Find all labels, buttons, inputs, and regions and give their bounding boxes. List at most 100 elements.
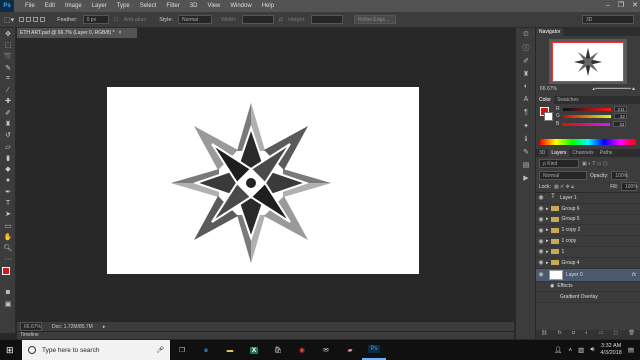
taskbar-search-box[interactable]: Type here to search 🎤︎: [22, 340, 170, 360]
layer-kind-filter[interactable]: ρ Kind: [539, 159, 579, 168]
add-selection-icon[interactable]: [26, 17, 32, 22]
layer-comps-icon[interactable]: ▤: [516, 158, 536, 171]
blend-mode-select[interactable]: Normal: [539, 171, 587, 180]
red-value[interactable]: 211: [613, 106, 627, 112]
minimize-button[interactable]: –: [606, 0, 610, 12]
visibility-eye-icon[interactable]: ◉: [536, 248, 546, 255]
photoshop-taskbar-icon[interactable]: Ps: [362, 340, 386, 360]
screen-mode-icon[interactable]: ▣: [0, 299, 16, 310]
history-brush-tool-icon[interactable]: ↺: [0, 130, 16, 141]
green-value[interactable]: 22: [613, 113, 627, 119]
visibility-eye-icon[interactable]: ◉: [536, 194, 546, 201]
fill-input[interactable]: 100%: [621, 182, 638, 191]
pen-tool-icon[interactable]: ✒: [0, 186, 16, 197]
workspace-select[interactable]: 3D: [582, 15, 634, 24]
layer-row-selected[interactable]: ◉ Layer 0 fx: [536, 268, 640, 282]
layer-row[interactable]: ◉ ▸ 1: [536, 247, 640, 258]
more-tools-icon[interactable]: ···: [0, 254, 16, 265]
document-tab[interactable]: ETH ART.psd @ 66.7% (Layer 0, RGB/8) * ×: [17, 28, 137, 38]
visibility-eye-icon[interactable]: ◉: [536, 259, 546, 266]
edge-browser-icon[interactable]: e: [194, 340, 218, 360]
document-canvas[interactable]: [107, 87, 419, 274]
layer-row[interactable]: ◉ ▸ Group 6: [536, 204, 640, 215]
blue-value[interactable]: 22: [613, 121, 627, 127]
new-selection-icon[interactable]: [19, 17, 25, 22]
new-group-icon[interactable]: ▭: [599, 330, 604, 339]
expand-arrow-icon[interactable]: ▸: [546, 249, 549, 255]
tab-color[interactable]: Color: [536, 96, 554, 104]
expand-arrow-icon[interactable]: ▸: [546, 238, 549, 244]
windows-start-icon[interactable]: ⊞: [6, 345, 14, 356]
marquee-tool-icon[interactable]: ⬚▾: [4, 16, 14, 24]
intersect-selection-icon[interactable]: [40, 17, 46, 22]
menu-filter[interactable]: Filter: [161, 3, 184, 9]
menu-help[interactable]: Help: [257, 3, 279, 9]
brush-panel-icon[interactable]: ✐: [516, 54, 536, 67]
layer-row[interactable]: ◉ T Layer 1: [536, 193, 640, 204]
visibility-eye-icon[interactable]: ◉: [536, 205, 546, 212]
shape-tool-icon[interactable]: ▭: [0, 220, 16, 231]
move-tool-icon[interactable]: ✥: [0, 28, 16, 39]
tab-3d[interactable]: 3D: [536, 149, 548, 157]
blue-slider[interactable]: [562, 122, 611, 126]
effects-row[interactable]: ◉ Effects: [536, 282, 640, 293]
paragraph-icon[interactable]: ¶: [516, 106, 536, 119]
refine-edge-button[interactable]: Refine Edge...: [353, 15, 396, 24]
background-color-chip[interactable]: [544, 112, 553, 121]
color-spectrum[interactable]: [540, 139, 636, 145]
clone-source-icon[interactable]: ♜: [516, 67, 536, 80]
folder-app-icon[interactable]: ▰: [338, 340, 362, 360]
lasso-tool-icon[interactable]: ➰: [0, 51, 16, 62]
navigator-view-box[interactable]: [552, 41, 624, 82]
layer-row[interactable]: ◉ ▸ 1 copy: [536, 236, 640, 247]
foreground-color-swatch[interactable]: [2, 267, 10, 276]
menu-view[interactable]: View: [202, 3, 225, 9]
info-icon[interactable]: ℹ: [516, 132, 536, 145]
adjustments-icon[interactable]: ◐: [516, 80, 536, 93]
healing-tool-icon[interactable]: ✚: [0, 96, 16, 107]
menu-select[interactable]: Select: [135, 3, 162, 9]
status-arrow-icon[interactable]: ▸: [103, 324, 106, 330]
navigator-zoom-value[interactable]: 66.67%: [540, 86, 557, 92]
green-slider[interactable]: [562, 114, 611, 118]
expand-arrow-icon[interactable]: ▸: [546, 206, 549, 212]
width-input[interactable]: [241, 15, 274, 24]
height-input[interactable]: [310, 15, 343, 24]
doc-size-info[interactable]: Doc: 1.72M/85.7M: [52, 324, 93, 330]
tab-swatches[interactable]: Swatches: [554, 96, 582, 104]
path-select-tool-icon[interactable]: ➤: [0, 209, 16, 220]
dodge-tool-icon[interactable]: ●: [0, 175, 16, 186]
maximize-button[interactable]: ❐: [618, 0, 624, 12]
brush-tool-icon[interactable]: ✐: [0, 107, 16, 118]
notifications-icon[interactable]: ▤: [628, 346, 634, 354]
tab-layers[interactable]: Layers: [548, 149, 570, 157]
adjustment-layer-icon[interactable]: ◐: [585, 330, 588, 339]
menu-edit[interactable]: Edit: [40, 3, 60, 9]
zoom-level-field[interactable]: 66.67%: [20, 322, 42, 331]
menu-type[interactable]: Type: [112, 3, 135, 9]
layer-row[interactable]: ◉ ▸ Group 4: [536, 258, 640, 269]
task-view-icon[interactable]: ❐: [170, 340, 194, 360]
delete-layer-icon[interactable]: 🗑︎: [629, 330, 635, 339]
visibility-eye-icon[interactable]: ◉: [536, 238, 546, 245]
menu-image[interactable]: Image: [60, 3, 87, 9]
tab-channels[interactable]: Channels: [569, 149, 596, 157]
red-slider[interactable]: [562, 107, 611, 111]
navigator-preview[interactable]: [549, 39, 627, 84]
eraser-tool-icon[interactable]: ▱: [0, 141, 16, 152]
gradient-tool-icon[interactable]: ▮: [0, 152, 16, 163]
quick-select-tool-icon[interactable]: ✎: [0, 62, 16, 73]
filter-icons[interactable]: ▣ ◐ T ▭ ▢: [582, 161, 608, 167]
layer-row[interactable]: ◉ ▸ 1 copy 2: [536, 225, 640, 237]
zoom-tool-icon[interactable]: 🔍︎: [0, 243, 16, 254]
effects-eye-icon[interactable]: ◉: [550, 283, 554, 289]
network-icon[interactable]: ▥: [578, 346, 584, 354]
tool-presets-icon[interactable]: ✎: [516, 145, 536, 158]
tab-paths[interactable]: Paths: [597, 149, 616, 157]
color-swatches[interactable]: [0, 265, 16, 287]
layer-row[interactable]: ◉ ▸ Group 5: [536, 215, 640, 226]
visibility-eye-icon[interactable]: ◉: [536, 271, 546, 278]
expand-arrow-icon[interactable]: ▸: [546, 227, 549, 233]
lock-icons[interactable]: ▦ ✐ ✥ 🔒︎: [554, 184, 574, 190]
eyedropper-tool-icon[interactable]: ⁄: [0, 84, 16, 95]
